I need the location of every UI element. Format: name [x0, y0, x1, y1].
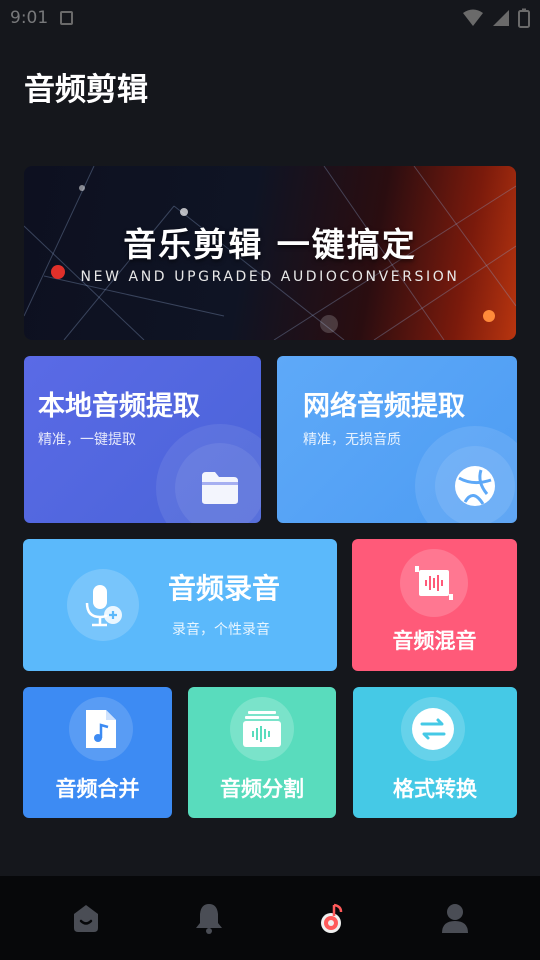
home-icon [73, 905, 98, 932]
bell-icon [195, 904, 222, 934]
signal-icon [493, 10, 509, 26]
nav-notifications[interactable] [169, 876, 249, 960]
music-note-icon [320, 903, 342, 933]
audio-record-card[interactable]: 音频录音 录音，个性录音 [23, 539, 337, 671]
card-desc: 精准，无损音质 [303, 432, 401, 448]
card-desc: 录音，个性录音 [172, 622, 270, 638]
wifi-icon [463, 9, 483, 26]
convert-arrows-icon-halo [401, 697, 465, 761]
microphone-icon-halo [67, 569, 139, 641]
battery-icon [518, 8, 530, 28]
audio-split-card[interactable]: 音频分割 [188, 687, 336, 818]
waveform-icon [415, 566, 453, 600]
convert-arrows-icon [412, 708, 454, 750]
microphone-icon [85, 585, 122, 627]
banner-title: 音乐剪辑 一键搞定 [123, 225, 417, 264]
card-title: 音频混音 [392, 629, 477, 653]
nav-profile[interactable] [415, 876, 495, 960]
notification-icon [60, 11, 74, 25]
promo-banner[interactable]: 音乐剪辑 一键搞定 NEW AND UPGRADED AUDIOCONVERSI… [24, 166, 516, 340]
card-title: 音频合并 [55, 777, 140, 801]
globe-icon [455, 466, 495, 506]
network-audio-extract-card[interactable]: 网络音频提取 精准，无损音质 [277, 356, 517, 523]
nav-home[interactable] [46, 876, 126, 960]
card-title: 本地音频提取 [38, 391, 200, 422]
audio-mix-card[interactable]: 音频混音 [352, 539, 517, 671]
status-bar: 9:01 [0, 0, 540, 36]
page-title: 音频剪辑 [24, 72, 148, 108]
music-file-icon-halo [69, 697, 133, 761]
waveform-icon-halo [400, 549, 468, 617]
split-icon [243, 711, 281, 747]
folder-icon [202, 472, 238, 504]
format-convert-card[interactable]: 格式转换 [353, 687, 517, 818]
local-audio-extract-card[interactable]: 本地音频提取 精准，一键提取 [24, 356, 261, 523]
folder-icon-halo [156, 424, 261, 523]
card-title: 网络音频提取 [303, 391, 465, 422]
status-time: 9:01 [10, 8, 49, 28]
card-title: 音频分割 [220, 777, 304, 801]
status-icons [462, 8, 530, 28]
split-icon-halo [230, 697, 294, 761]
card-title: 音频录音 [168, 572, 281, 605]
globe-icon-halo [415, 426, 517, 523]
audio-merge-card[interactable]: 音频合并 [23, 687, 172, 818]
card-desc: 精准，一键提取 [38, 432, 136, 448]
banner-subtitle: NEW AND UPGRADED AUDIOCONVERSION [80, 269, 460, 285]
nav-audio[interactable] [292, 876, 372, 960]
music-file-icon [86, 710, 116, 748]
person-icon [441, 904, 468, 933]
card-title: 格式转换 [393, 777, 477, 801]
bottom-navigation [0, 876, 540, 960]
